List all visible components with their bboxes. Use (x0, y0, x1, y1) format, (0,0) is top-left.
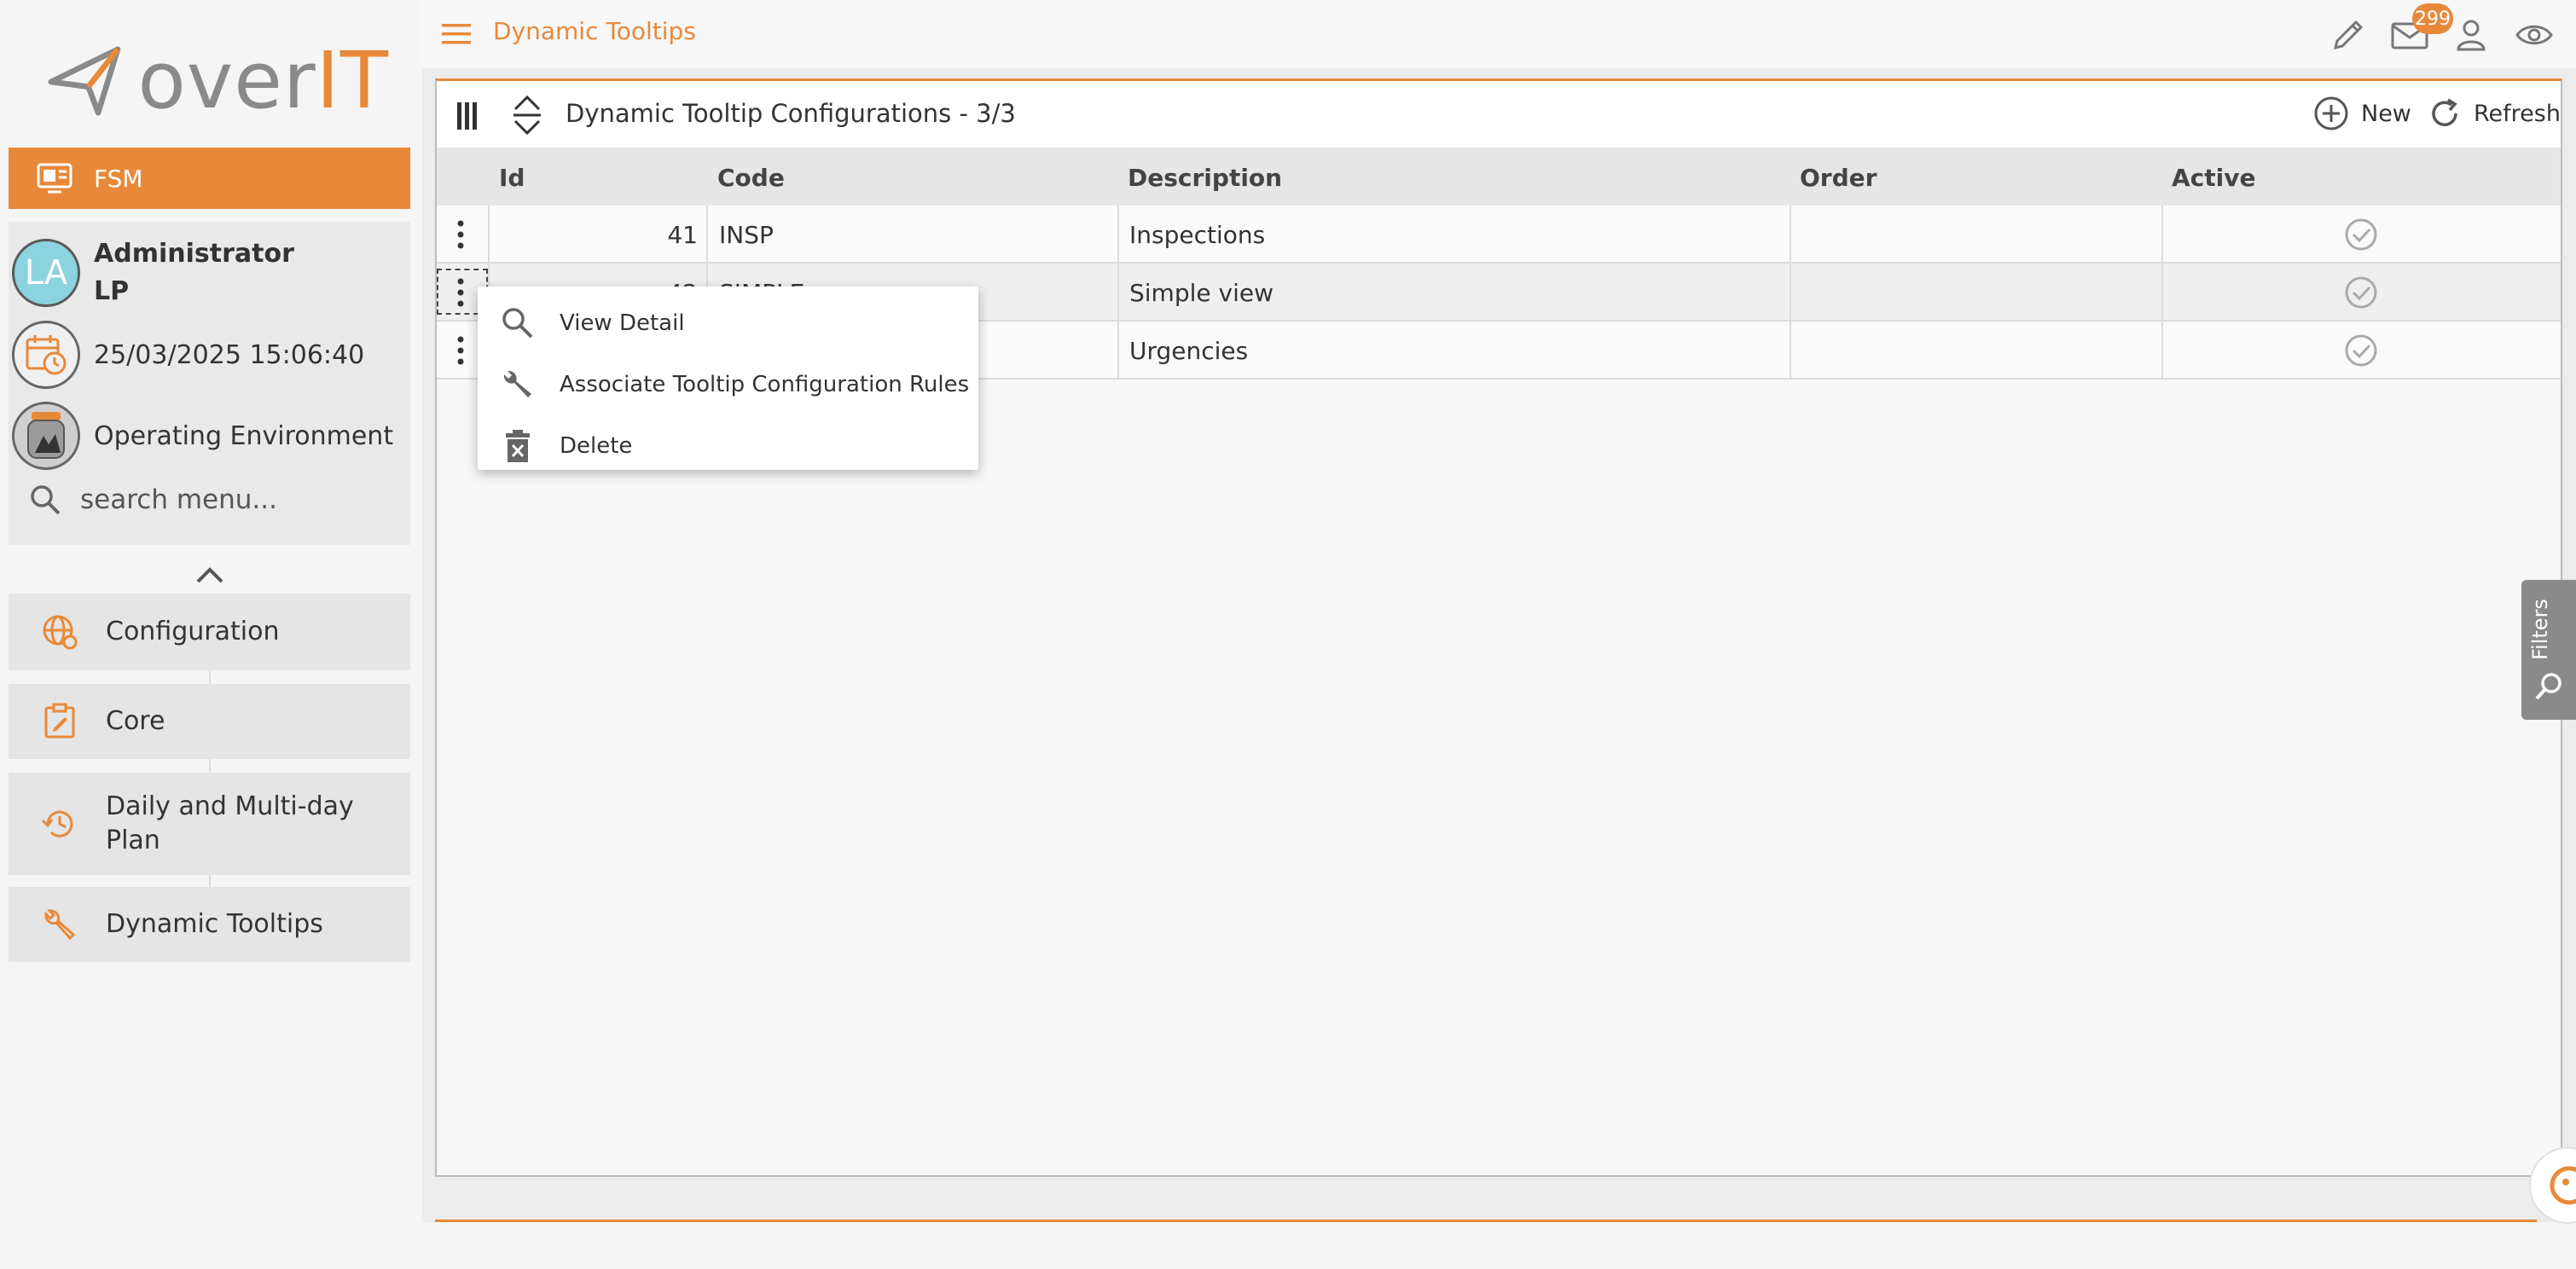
module-fsm-bar[interactable]: FSM (9, 148, 410, 209)
active-check-icon (2345, 334, 2377, 367)
logo-text: overIT (137, 35, 389, 126)
table-row[interactable]: 41 INSP Inspections (437, 206, 2561, 264)
monitor-icon (37, 163, 73, 194)
grid-title: Dynamic Tooltip Configurations - 3/3 (566, 99, 1016, 128)
trash-icon (506, 430, 530, 462)
menu-item-delete[interactable]: Delete (500, 425, 632, 467)
search-icon (2535, 673, 2561, 700)
active-check-icon (2345, 276, 2377, 309)
environment-label: Operating Environment (94, 420, 394, 451)
menu-search[interactable]: search menu... (29, 484, 387, 516)
column-header-id[interactable]: Id (499, 164, 525, 192)
row-menu-kebab-icon[interactable] (454, 335, 467, 366)
nav-connector (209, 875, 211, 887)
nav-connector (209, 759, 211, 773)
user-name: Administrator (94, 239, 294, 269)
search-icon (31, 485, 61, 515)
eye-icon[interactable] (2515, 15, 2554, 55)
module-label: FSM (94, 164, 143, 193)
cell-id: 41 (667, 220, 698, 249)
datetime-row: 25/03/2025 15:06:40 (12, 321, 364, 389)
footer-strip (422, 1222, 2576, 1269)
column-header-description[interactable]: Description (1128, 164, 1282, 192)
top-bar (422, 0, 2576, 68)
history-icon (41, 810, 73, 837)
new-button[interactable]: New (2313, 92, 2411, 135)
avatar[interactable]: LA (12, 239, 80, 307)
column-header-code[interactable]: Code (717, 164, 785, 192)
filters-label: Filters (2528, 599, 2552, 660)
sort-icon[interactable] (510, 94, 544, 136)
cell-description: Inspections (1129, 220, 1266, 249)
calendar-clock-icon (12, 321, 80, 389)
sidebar-item-core[interactable]: Core (9, 684, 410, 759)
pencil-icon[interactable] (2329, 15, 2368, 55)
sidebar-item-configuration[interactable]: Configuration (9, 594, 410, 670)
add-circle-icon (2314, 96, 2348, 130)
assistant-bot-icon[interactable] (2516, 1134, 2576, 1237)
cell-description: Simple view (1129, 278, 1273, 307)
row-menu-kebab-icon[interactable] (454, 277, 467, 308)
filters-tab[interactable]: Filters (2521, 580, 2576, 720)
cell-description: Urgencies (1129, 336, 1249, 365)
mail-count-badge: 299 (2412, 3, 2453, 34)
cell-code: INSP (719, 220, 774, 249)
collapse-chevron-up-icon[interactable] (194, 563, 225, 587)
active-check-icon (2345, 218, 2377, 251)
sidebar-item-daily-multiday-plan[interactable]: Daily and Multi-day Plan (9, 773, 410, 875)
sidebar-item-dynamic-tooltips[interactable]: Dynamic Tooltips (9, 887, 410, 962)
menu-item-associate-rules[interactable]: Associate Tooltip Configuration Rules (500, 363, 969, 406)
menu-item-view-detail[interactable]: View Detail (500, 302, 685, 345)
column-header-order[interactable]: Order (1800, 164, 1877, 192)
row-menu-kebab-icon[interactable] (454, 219, 467, 250)
row-context-menu: View Detail Associate Tooltip Configurat… (478, 287, 978, 470)
user-profile-icon[interactable] (2451, 15, 2491, 55)
environment-row[interactable]: Operating Environment (12, 402, 393, 470)
current-datetime: 25/03/2025 15:06:40 (94, 339, 365, 370)
refresh-icon (2432, 98, 2457, 126)
search-input[interactable]: search menu... (80, 484, 277, 515)
refresh-button[interactable]: Refresh (2428, 92, 2561, 135)
search-icon (502, 308, 533, 339)
overit-arrow-logo-icon (48, 46, 121, 116)
overit-logo: overIT (48, 35, 389, 126)
environment-jar-icon (12, 402, 80, 470)
nav-connector (209, 670, 211, 684)
globe-gear-icon (43, 615, 78, 650)
column-header-active[interactable]: Active (2172, 164, 2256, 192)
wrench-icon (503, 370, 531, 397)
breadcrumb[interactable]: Dynamic Tooltips (493, 17, 696, 45)
user-row[interactable]: LA Administrator LP (12, 235, 294, 310)
hamburger-menu-icon[interactable] (440, 20, 473, 48)
wrench-icon (44, 909, 76, 941)
columns-icon[interactable] (455, 101, 479, 131)
clipboard-edit-icon (44, 703, 75, 739)
user-code: LP (94, 276, 130, 306)
